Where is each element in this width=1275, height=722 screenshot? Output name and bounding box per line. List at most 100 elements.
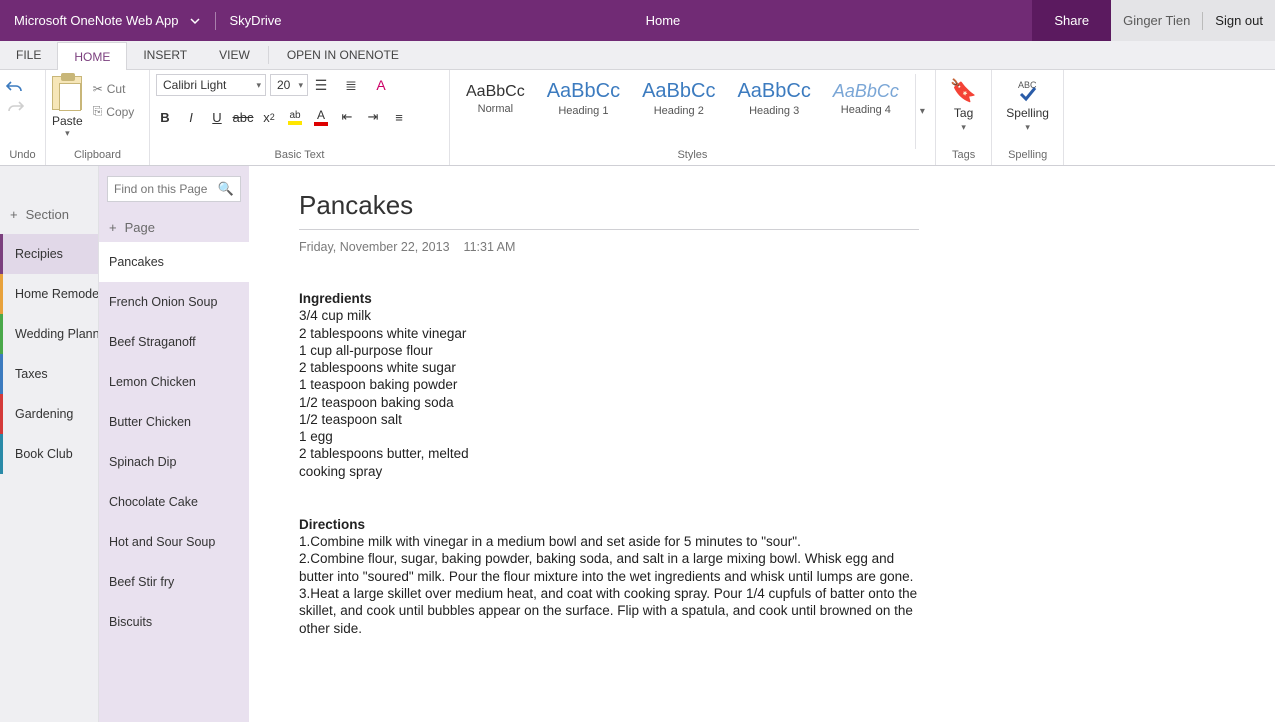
title-bar: Microsoft OneNote Web App SkyDrive Home … xyxy=(0,0,1275,41)
cut-button[interactable]: ✂ Cut xyxy=(89,80,139,98)
group-label-basic-text: Basic Text xyxy=(156,149,443,163)
cut-label: Cut xyxy=(107,82,126,96)
style-name: Heading 2 xyxy=(654,105,704,117)
tab-separator xyxy=(268,46,269,64)
page-item[interactable]: Beef Straganoff xyxy=(99,322,249,362)
page-item[interactable]: Lemon Chicken xyxy=(99,362,249,402)
font-color-button[interactable]: A xyxy=(312,108,330,126)
chevron-down-icon: ▾ xyxy=(298,80,303,91)
section-item[interactable]: Book Club xyxy=(0,434,98,474)
italic-button[interactable]: I xyxy=(182,108,200,126)
add-page-button[interactable]: + Page xyxy=(99,212,249,242)
highlight-button[interactable]: ab xyxy=(286,108,304,126)
plus-icon: + xyxy=(109,220,117,235)
pages-pane: 🔍 + Page PancakesFrench Onion SoupBeef S… xyxy=(99,166,249,722)
sections-pane: + Section RecipiesHome RemodelWedding Pl… xyxy=(0,166,99,722)
tab-insert[interactable]: INSERT xyxy=(127,41,203,69)
page-item[interactable]: Spinach Dip xyxy=(99,442,249,482)
font-size-value: 20 xyxy=(277,78,290,92)
style-heading-3[interactable]: AaBbCcHeading 3 xyxy=(731,78,816,119)
style-name: Normal xyxy=(478,103,513,115)
paste-dropdown-icon[interactable]: ▾ xyxy=(65,128,70,139)
note-canvas[interactable]: Pancakes Friday, November 22, 2013 11:31… xyxy=(249,166,1275,722)
page-item[interactable]: Pancakes xyxy=(99,242,249,282)
user-name[interactable]: Ginger Tien xyxy=(1111,13,1202,28)
subscript-button[interactable]: x2 xyxy=(260,108,278,126)
group-styles: AaBbCcNormalAaBbCcHeading 1AaBbCcHeading… xyxy=(450,70,936,165)
page-item[interactable]: Hot and Sour Soup xyxy=(99,522,249,562)
section-item[interactable]: Gardening xyxy=(0,394,98,434)
font-color-swatch xyxy=(314,122,328,126)
page-item[interactable]: Biscuits xyxy=(99,602,249,642)
ingredient-line: 2 tablespoons butter, melted xyxy=(299,445,921,462)
outdent-button[interactable]: ⇤ xyxy=(338,108,356,126)
group-basic-text: Calibri Light ▾ 20 ▾ ☰ ≣ A B I U abc x2 xyxy=(150,70,450,165)
font-size-select[interactable]: 20 ▾ xyxy=(270,74,308,96)
search-box[interactable]: 🔍 xyxy=(107,176,241,202)
strikethrough-button[interactable]: abc xyxy=(234,108,252,126)
group-label-spelling: Spelling xyxy=(998,149,1057,163)
align-button[interactable]: ≡ xyxy=(390,108,408,126)
share-button[interactable]: Share xyxy=(1032,0,1111,41)
sign-out-link[interactable]: Sign out xyxy=(1203,13,1275,28)
underline-button[interactable]: U xyxy=(208,108,226,126)
add-section-button[interactable]: + Section xyxy=(0,194,98,234)
search-icon[interactable]: 🔍 xyxy=(218,181,234,197)
section-item[interactable]: Taxes xyxy=(0,354,98,394)
style-heading-2[interactable]: AaBbCcHeading 2 xyxy=(636,78,721,119)
plus-icon: + xyxy=(10,207,18,222)
service-link[interactable]: SkyDrive xyxy=(218,13,294,28)
clear-format-button[interactable]: A xyxy=(372,76,390,94)
page-title[interactable]: Pancakes xyxy=(299,190,1235,221)
paste-button[interactable]: Paste ▾ xyxy=(52,74,83,139)
ingredient-line: 2 tablespoons white vinegar xyxy=(299,325,921,342)
ribbon-tabs: FILE HOME INSERT VIEW OPEN IN ONENOTE xyxy=(0,41,1275,70)
copy-button[interactable]: ⎘ Copy xyxy=(89,102,139,121)
search-input[interactable] xyxy=(114,182,218,196)
title-rule xyxy=(299,229,919,230)
tab-view[interactable]: VIEW xyxy=(203,41,266,69)
direction-line: 2.Combine flour, sugar, baking powder, b… xyxy=(299,550,921,585)
page-item[interactable]: Beef Stir fry xyxy=(99,562,249,602)
styles-more-button[interactable]: ▾ xyxy=(915,74,929,149)
group-label-tags: Tags xyxy=(942,149,985,163)
undo-button[interactable] xyxy=(6,80,24,94)
section-item[interactable]: Recipies xyxy=(0,234,98,274)
tab-home[interactable]: HOME xyxy=(57,42,127,70)
page-item[interactable]: French Onion Soup xyxy=(99,282,249,322)
font-family-value: Calibri Light xyxy=(163,78,226,92)
bullet-list-button[interactable]: ☰ xyxy=(312,76,330,94)
style-heading-4[interactable]: AaBbCcHeading 4 xyxy=(827,79,905,118)
add-section-label: Section xyxy=(26,207,69,222)
section-item[interactable]: Home Remodel xyxy=(0,274,98,314)
indent-button[interactable]: ⇥ xyxy=(364,108,382,126)
style-heading-1[interactable]: AaBbCcHeading 1 xyxy=(541,78,626,119)
chevron-down-icon: ▾ xyxy=(961,122,966,133)
number-list-button[interactable]: ≣ xyxy=(342,76,360,94)
app-menu-chevron-icon[interactable] xyxy=(189,15,213,27)
app-name: Microsoft OneNote Web App xyxy=(0,13,189,28)
page-item[interactable]: Butter Chicken xyxy=(99,402,249,442)
redo-button[interactable] xyxy=(6,100,24,114)
spelling-button[interactable]: ABC Spelling ▾ xyxy=(998,74,1057,137)
section-item[interactable]: Wedding Planning xyxy=(0,314,98,354)
bold-button[interactable]: B xyxy=(156,108,174,126)
style-sample: AaBbCc xyxy=(737,80,810,103)
style-sample: AaBbCc xyxy=(833,81,899,102)
ingredient-line: 1/2 teaspoon salt xyxy=(299,411,921,428)
style-sample: AaBbCc xyxy=(547,80,620,103)
tag-icon: 🔖 xyxy=(950,78,977,104)
group-spelling: ABC Spelling ▾ Spelling xyxy=(992,70,1064,165)
font-family-select[interactable]: Calibri Light ▾ xyxy=(156,74,266,96)
style-normal[interactable]: AaBbCcNormal xyxy=(460,81,531,117)
page-item[interactable]: Chocolate Cake xyxy=(99,482,249,522)
copy-icon: ⎘ xyxy=(93,104,103,119)
tab-file[interactable]: FILE xyxy=(0,41,57,69)
note-body[interactable]: Ingredients 3/4 cup milk2 tablespoons wh… xyxy=(299,290,921,637)
ingredient-line: 1 teaspoon baking powder xyxy=(299,376,921,393)
highlight-icon: ab xyxy=(289,110,300,121)
ingredient-line: 3/4 cup milk xyxy=(299,307,921,324)
tab-open-in-onenote[interactable]: OPEN IN ONENOTE xyxy=(271,41,415,69)
paste-label: Paste xyxy=(52,114,83,128)
tag-button[interactable]: 🔖 Tag ▾ xyxy=(942,74,985,137)
